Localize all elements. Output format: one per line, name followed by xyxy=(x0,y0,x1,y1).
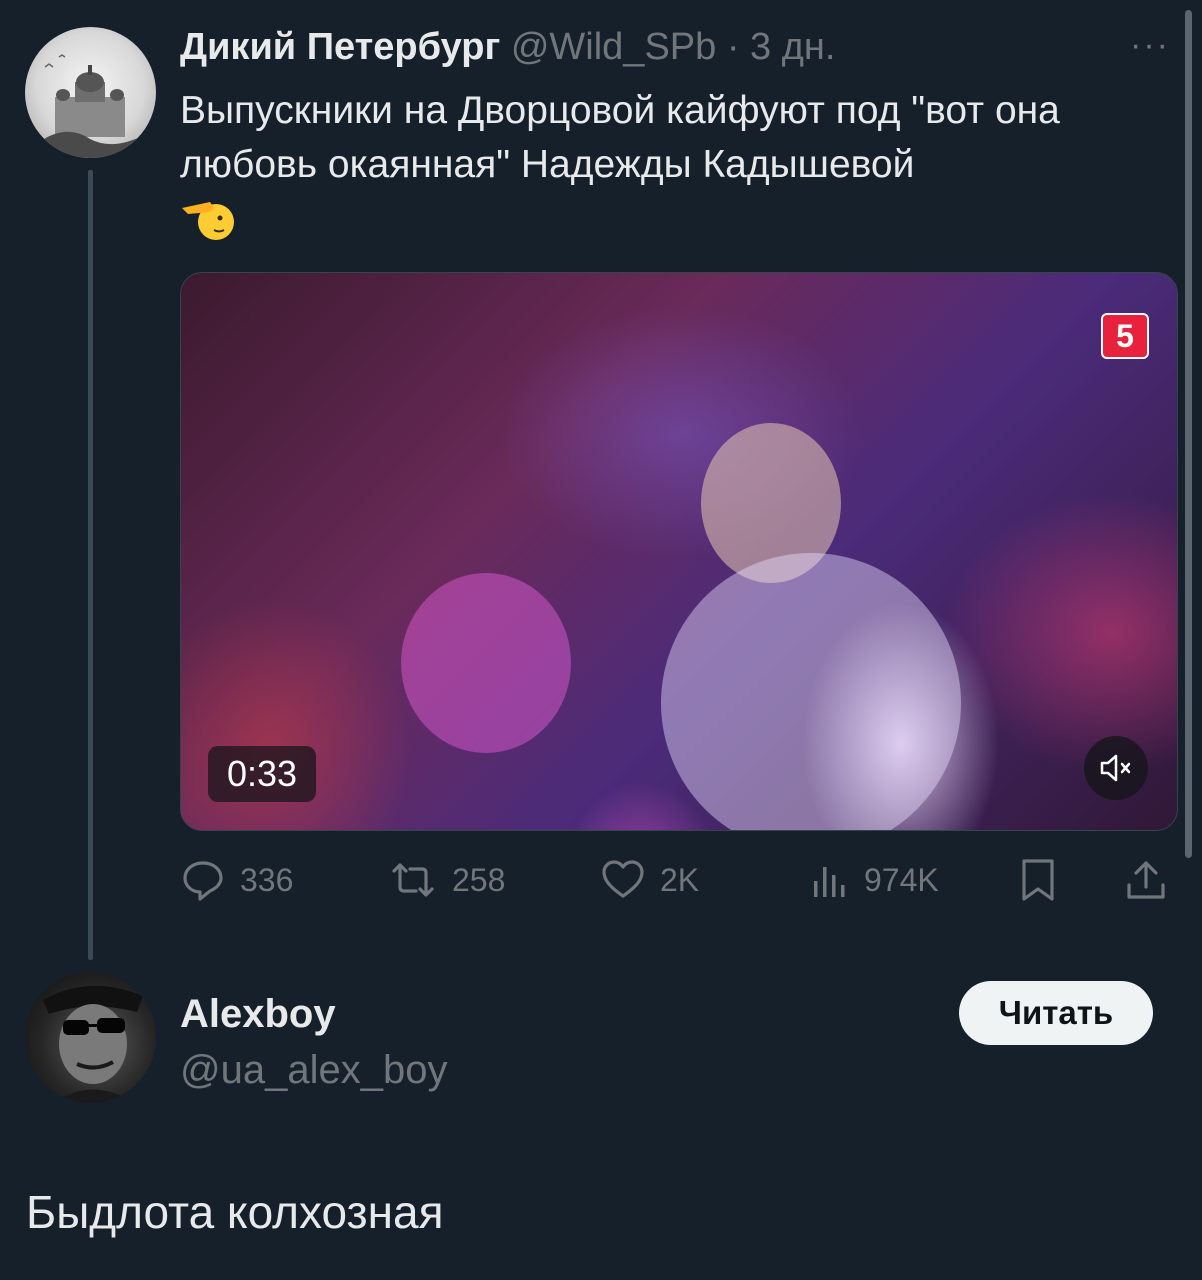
video-duration-badge: 0:33 xyxy=(208,746,316,802)
author-avatar[interactable] xyxy=(25,27,156,158)
views-bar-chart-icon xyxy=(814,867,845,897)
video-frame-figure xyxy=(661,553,961,830)
heart-icon xyxy=(602,860,644,898)
retweet-count: 258 xyxy=(452,861,506,898)
cathedral-drawing-image xyxy=(25,54,156,158)
man-with-sunglasses-image xyxy=(43,985,143,1103)
scrollbar[interactable] xyxy=(1185,10,1192,858)
tweet-body: Выпускники на Дворцовой кайфуют под "вот… xyxy=(180,89,1060,186)
mute-toggle[interactable] xyxy=(1084,736,1148,800)
author-name[interactable]: Дикий Петербург xyxy=(180,26,500,68)
share-upload-icon xyxy=(1127,861,1165,899)
like-button[interactable]: 2K xyxy=(600,850,699,910)
reply-text: Быдлота колхозная xyxy=(26,1186,444,1238)
author-handle-and-time[interactable]: @Wild_SPb · 3 дн. xyxy=(511,26,836,68)
saluting-face-emoji-icon xyxy=(180,192,234,261)
tweet-header: Дикий Петербург @Wild_SPb · 3 дн. xyxy=(180,24,835,70)
reply-button[interactable]: 336 xyxy=(180,850,293,910)
video-player[interactable]: 5 0:33 xyxy=(180,272,1178,831)
reply-author-name[interactable]: Alexboy xyxy=(180,990,336,1038)
like-count: 2K xyxy=(660,861,700,898)
more-options-icon[interactable]: ··· xyxy=(1130,28,1170,62)
reply-count: 336 xyxy=(240,861,294,898)
view-count: 974K xyxy=(864,861,939,898)
tweet-action-bar: 336 258 2K 974K xyxy=(180,850,1180,910)
reply-author-avatar[interactable] xyxy=(25,972,156,1103)
views-button[interactable]: 974K xyxy=(810,850,939,910)
tweet-text: Выпускники на Дворцовой кайфуют под "вот… xyxy=(180,84,1170,261)
reply-bubble-icon xyxy=(183,861,223,901)
video-frame-figure xyxy=(401,573,571,753)
thread-connector-line xyxy=(88,170,93,960)
retweet-button[interactable]: 258 xyxy=(388,850,505,910)
bookmark-button[interactable] xyxy=(1018,850,1058,910)
reply-author-handle[interactable]: @ua_alex_boy xyxy=(180,1046,447,1094)
speaker-muted-icon xyxy=(1100,754,1131,782)
retweet-icon xyxy=(392,863,434,897)
share-button[interactable] xyxy=(1124,850,1168,910)
channel-logo-badge: 5 xyxy=(1101,313,1149,359)
bookmark-icon xyxy=(1022,859,1054,901)
follow-button[interactable]: Читать xyxy=(959,981,1153,1045)
